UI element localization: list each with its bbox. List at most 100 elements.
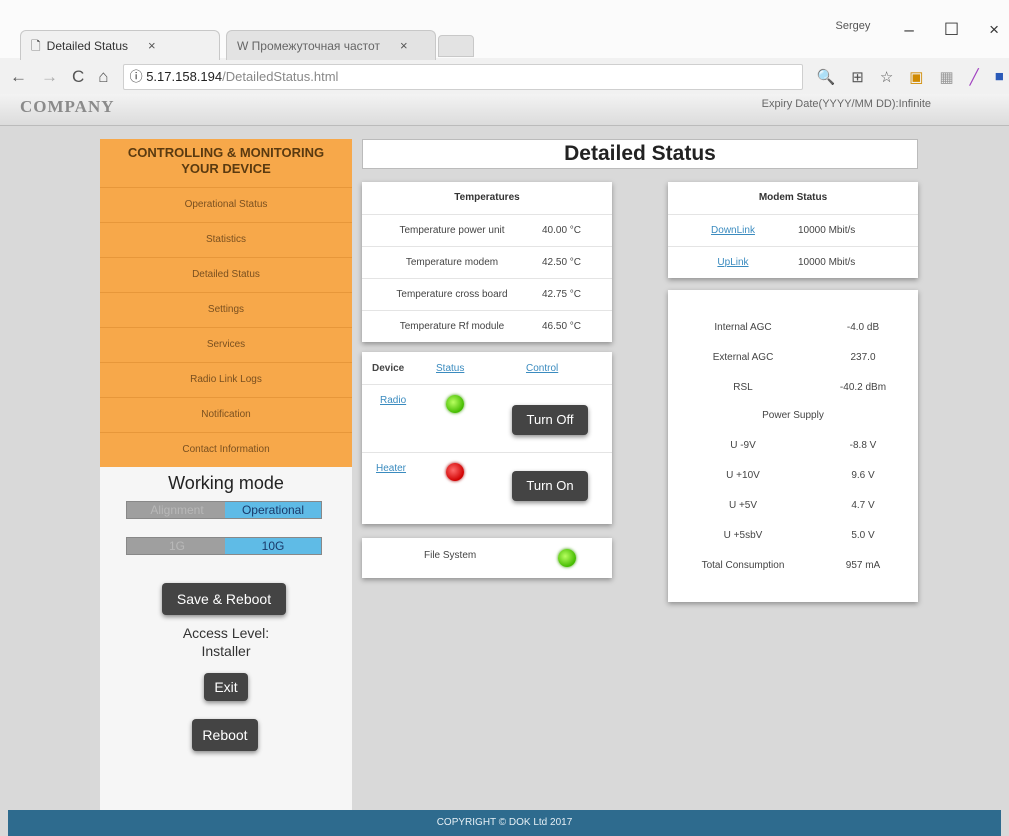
mode-toggle[interactable]: Alignment Operational [126,501,322,519]
table-row: External AGC 237.0 [668,342,918,372]
home-icon[interactable]: ⌂ [98,67,108,87]
table-row: Temperature modem 42.50 °C [362,246,612,278]
power-supply-heading: Power Supply [762,410,824,421]
extension-icon[interactable]: ▦ [939,68,953,86]
col-status[interactable]: Status [436,363,526,374]
downlink-value: 10000 Mbit/s [798,225,856,236]
sidebar-title-line: CONTROLLING & MONITORING [127,145,325,160]
uplink-link[interactable]: UpLink [668,257,798,268]
back-icon[interactable]: ← [10,67,27,87]
info-icon[interactable]: ⓘ [130,69,143,84]
tab-strip: 🗋 Detailed Status × W Промежуточная част… [0,0,1009,60]
nav-bar: ← → C ⌂ ⓘ 5.17.158.194/DetailedStatus.ht… [0,60,1009,94]
table-row: U +5sbV 5.0 V [668,520,918,550]
tab-detailed-status[interactable]: 🗋 Detailed Status × [20,30,220,60]
turn-on-button[interactable]: Turn On [512,471,588,501]
sidebar-item-statistics[interactable]: Statistics [100,222,352,257]
extension-icon[interactable]: ■ [995,68,1004,86]
zoom-icon[interactable]: 🔍 [817,68,836,86]
table-row: Temperature cross board 42.75 °C [362,278,612,310]
tab-wiki[interactable]: W Промежуточная частот × [226,30,436,60]
save-reboot-button[interactable]: Save & Reboot [162,583,286,615]
address-bar[interactable]: ⓘ 5.17.158.194/DetailedStatus.html [122,64,803,90]
speed-toggle[interactable]: 1G 10G [126,537,322,555]
sidebar-item-notification[interactable]: Notification [100,397,352,432]
pen-icon[interactable]: ╱ [970,68,979,86]
power-card: Internal AGC -4.0 dB External AGC 237.0 … [668,290,918,602]
devices-header: Device Status Control [362,352,612,384]
temp-label: Temperature power unit [399,225,505,236]
downlink-link[interactable]: DownLink [668,225,798,236]
extensions: 🔍 ⊞ ☆ ▣ ▦ ╱ ■ ● [817,68,1009,86]
devices-card: Device Status Control Radio Turn Off Hea… [362,352,612,524]
col-control[interactable]: Control [526,363,558,374]
exit-button[interactable]: Exit [204,673,248,701]
table-row: Internal AGC -4.0 dB [668,312,918,342]
supply-label: U +5V [728,499,758,511]
profile-name[interactable]: Sergey [835,20,870,40]
sidebar: CONTROLLING & MONITORING YOUR DEVICE Ope… [100,139,352,811]
translate-icon[interactable]: ⊞ [851,68,864,86]
tab-title: W Промежуточная частот [237,38,380,53]
temp-label: Temperature modem [405,257,499,268]
page: COMPANY Expiry Date(YYYY/MM DD):Infinite… [0,94,1009,836]
power-value: -40.2 dBm [839,381,887,393]
temperatures-card: Temperatures Temperature power unit 40.0… [362,182,612,342]
sidebar-item-radio-link-logs[interactable]: Radio Link Logs [100,362,352,397]
turn-off-button[interactable]: Turn Off [512,405,588,435]
reload-icon[interactable]: C [72,67,84,87]
url-host: 5.17.158.194 [146,69,223,84]
forward-icon[interactable]: → [41,67,58,87]
speed-toggle-off-label: 1G [168,539,185,553]
file-system-card: File System [362,538,612,578]
supply-value: 4.7 V [851,499,875,511]
modem-status-card: Modem Status DownLink 10000 Mbit/s UpLin… [668,182,918,278]
table-row: U +10V 9.6 V [668,460,918,490]
supply-value: 5.0 V [851,529,875,541]
temp-value: 40.00 °C [542,225,582,236]
table-row: DownLink 10000 Mbit/s [668,214,918,246]
sidebar-item-operational-status[interactable]: Operational Status [100,187,352,222]
uplink-value: 10000 Mbit/s [798,257,856,268]
supply-label: U +5sbV [723,529,763,541]
mode-toggle-on-label: Operational [225,502,321,518]
power-label: Internal AGC [714,321,772,333]
table-row: U +5V 4.7 V [668,490,918,520]
table-row: UpLink 10000 Mbit/s [668,246,918,278]
supply-label: U +10V [726,469,760,481]
device-heater-link[interactable]: Heater [376,463,406,474]
col-device: Device [372,362,405,374]
sidebar-item-detailed-status[interactable]: Detailed Status [100,257,352,292]
supply-label: Total Consumption [701,559,785,571]
sidebar-item-contact-information[interactable]: Contact Information [100,432,352,467]
temp-value: 46.50 °C [542,321,582,332]
page-icon: 🗋 [31,38,41,53]
sidebar-item-settings[interactable]: Settings [100,292,352,327]
url-path: /DetailedStatus.html [222,69,339,84]
header: COMPANY Expiry Date(YYYY/MM DD):Infinite [0,94,1009,126]
tab-title: Detailed Status [46,38,129,53]
new-tab-button[interactable] [438,35,474,57]
power-label: RSL [733,381,753,393]
sidebar-item-services[interactable]: Services [100,327,352,362]
close-window-icon[interactable]: × [989,20,999,40]
expiry-date: Expiry Date(YYYY/MM DD):Infinite [761,98,931,110]
sidebar-title-line: YOUR DEVICE [181,161,271,176]
table-row: Total Consumption 957 mA [668,550,918,580]
close-tab-icon[interactable]: × [400,32,408,60]
access-level-label: Access Level: [182,625,270,641]
maximize-icon[interactable]: ☐ [944,20,959,40]
star-icon[interactable]: ☆ [880,68,893,86]
extension-icon[interactable]: ▣ [909,68,923,86]
working-mode-label: Working mode [168,473,284,493]
close-tab-icon[interactable]: × [148,32,156,60]
status-led-red [446,463,464,481]
minimize-icon[interactable]: – [904,20,913,40]
device-radio-link[interactable]: Radio [380,395,406,406]
supply-value: 9.6 V [851,469,875,481]
temp-label: Temperature Rf module [399,321,505,332]
table-row: Temperature Rf module 46.50 °C [362,310,612,342]
window-controls: Sergey – ☐ × [835,20,999,40]
access-level-value: Installer [201,643,251,659]
reboot-button[interactable]: Reboot [192,719,258,751]
